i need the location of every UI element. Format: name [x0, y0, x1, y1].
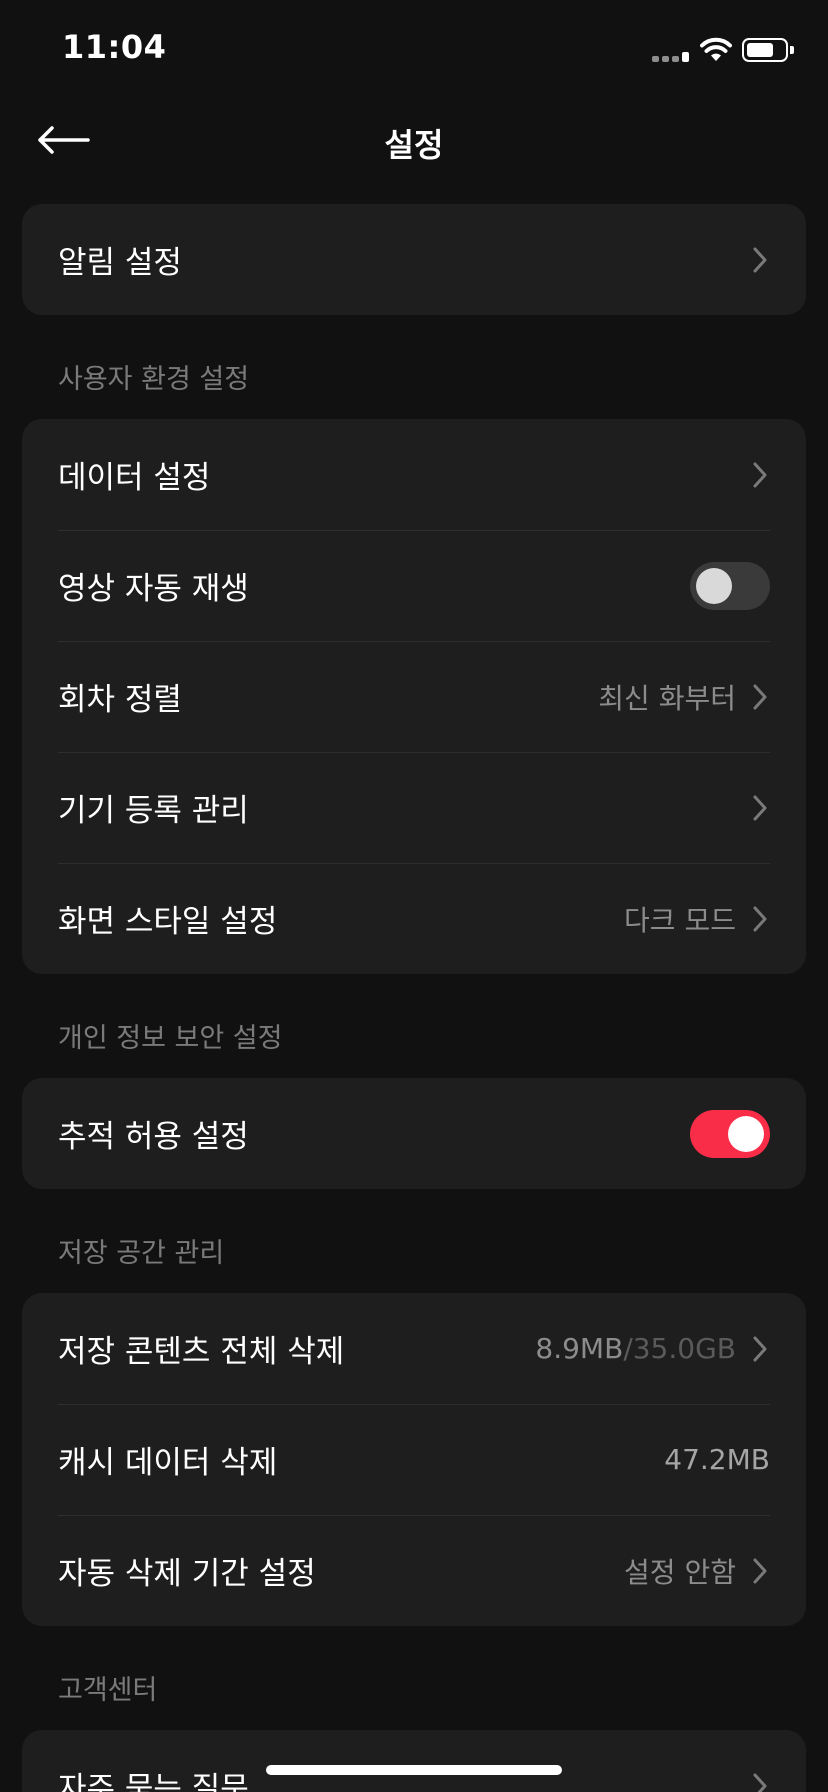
storage-total: /35.0GB — [623, 1332, 736, 1365]
chevron-right-icon — [752, 245, 770, 275]
section-header-privacy: 개인 정보 보안 설정 — [58, 1022, 283, 1054]
row-value: 최신 화부터 — [598, 681, 736, 715]
chevron-right-icon — [752, 1556, 770, 1586]
row-label: 캐시 데이터 삭제 — [58, 1445, 278, 1481]
toggle-knob — [696, 567, 732, 604]
chevron-right-icon — [752, 460, 770, 490]
section-header-user-pref: 사용자 환경 설정 — [58, 363, 250, 395]
row-label: 자동 삭제 기간 설정 — [58, 1556, 316, 1592]
delete-all-content-row[interactable]: 저장 콘텐츠 전체 삭제 8.9MB/35.0GB — [22, 1293, 806, 1404]
screen-style-row[interactable]: 화면 스타일 설정 다크 모드 — [22, 863, 806, 974]
device-management-row[interactable]: 기기 등록 관리 — [22, 752, 806, 863]
cache-size: 47.2MB — [664, 1443, 770, 1476]
chevron-right-icon — [752, 904, 770, 934]
home-indicator[interactable] — [266, 1765, 562, 1775]
data-settings-row[interactable]: 데이터 설정 — [22, 419, 806, 530]
autoplay-row: 영상 자동 재생 — [22, 530, 806, 641]
chevron-right-icon — [752, 682, 770, 712]
section-header-support: 고객센터 — [58, 1674, 158, 1706]
status-time: 11:04 — [62, 28, 167, 66]
notification-settings-row[interactable]: 알림 설정 — [22, 204, 806, 315]
nav-header: 설정 — [0, 100, 828, 180]
tracking-row: 추적 허용 설정 — [22, 1078, 806, 1189]
user-pref-card: 데이터 설정 영상 자동 재생 회차 정렬 최신 화부터 기기 등록 관리 화면… — [22, 419, 806, 974]
row-label: 저장 콘텐츠 전체 삭제 — [58, 1334, 345, 1370]
row-label: 데이터 설정 — [58, 460, 211, 496]
storage-usage: 8.9MB/35.0GB — [535, 1332, 736, 1365]
cache-delete-row[interactable]: 캐시 데이터 삭제 47.2MB — [22, 1404, 806, 1515]
faq-row[interactable]: 자주 묻는 질문 — [22, 1730, 806, 1792]
notification-card: 알림 설정 — [22, 204, 806, 315]
tracking-toggle[interactable] — [690, 1109, 770, 1158]
chevron-right-icon — [752, 1771, 770, 1792]
settings-screen: 11:04 설정 알림 설정 사용자 환경 설정 데이터 설정 영상 자동 재생… — [0, 0, 828, 1792]
storage-card: 저장 콘텐츠 전체 삭제 8.9MB/35.0GB 캐시 데이터 삭제 47.2… — [22, 1293, 806, 1626]
wifi-icon — [700, 37, 732, 61]
section-header-storage: 저장 공간 관리 — [58, 1237, 225, 1269]
row-label: 알림 설정 — [58, 245, 182, 281]
row-value: 다크 모드 — [624, 903, 736, 937]
row-label: 기기 등록 관리 — [58, 793, 249, 829]
page-title: 설정 — [384, 126, 444, 164]
privacy-card: 추적 허용 설정 — [22, 1078, 806, 1189]
row-label: 화면 스타일 설정 — [58, 904, 278, 940]
storage-used: 8.9MB — [535, 1332, 624, 1365]
episode-sort-row[interactable]: 회차 정렬 최신 화부터 — [22, 641, 806, 752]
auto-delete-period-row[interactable]: 자동 삭제 기간 설정 설정 안함 — [22, 1515, 806, 1626]
status-bar: 11:04 — [0, 0, 828, 100]
chevron-right-icon — [752, 793, 770, 823]
row-label: 추적 허용 설정 — [58, 1119, 249, 1155]
cellular-signal-icon — [652, 52, 690, 62]
chevron-right-icon — [752, 1334, 770, 1364]
battery-icon — [742, 38, 794, 62]
autoplay-toggle[interactable] — [690, 561, 770, 610]
toggle-knob — [728, 1115, 764, 1152]
row-value: 설정 안함 — [624, 1555, 736, 1589]
row-label: 영상 자동 재생 — [58, 571, 249, 607]
support-card: 자주 묻는 질문 — [22, 1730, 806, 1792]
settings-list: 알림 설정 사용자 환경 설정 데이터 설정 영상 자동 재생 회차 정렬 최신… — [22, 204, 806, 1792]
row-label: 회차 정렬 — [58, 682, 182, 718]
